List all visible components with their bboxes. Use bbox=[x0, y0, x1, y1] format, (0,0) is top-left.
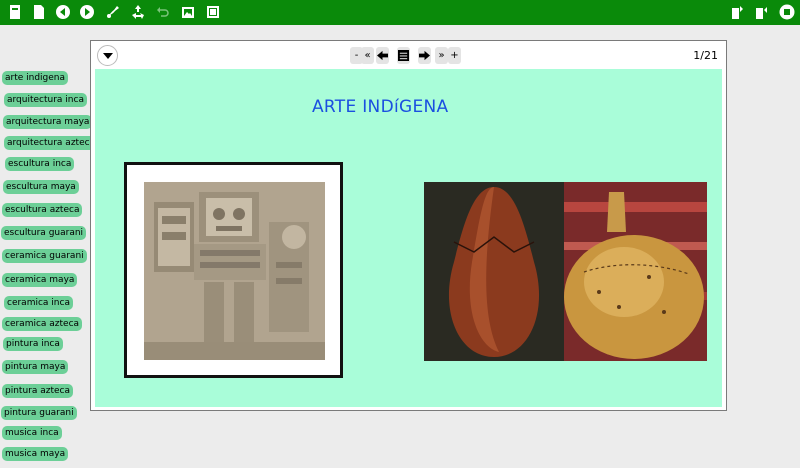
gallery-icon[interactable] bbox=[180, 4, 196, 20]
fullscreen-icon[interactable] bbox=[205, 4, 221, 20]
back-icon[interactable] bbox=[55, 4, 71, 20]
undo-icon[interactable] bbox=[155, 4, 171, 20]
index-button[interactable] bbox=[397, 47, 410, 64]
sidebar-item-arte-indigena[interactable]: arte indigena bbox=[2, 71, 69, 85]
recycle-icon[interactable] bbox=[130, 4, 146, 20]
paint-icon[interactable] bbox=[105, 4, 121, 20]
stop-icon[interactable] bbox=[779, 4, 795, 20]
sidebar-item-ceramica-maya[interactable]: ceramica maya bbox=[2, 273, 78, 287]
sidebar-item-arquitectura-maya[interactable]: arquitectura maya bbox=[3, 115, 93, 129]
sidebar-item-pintura-guarani[interactable]: pintura guarani bbox=[1, 406, 77, 420]
zoom-in-button[interactable]: + bbox=[448, 47, 461, 64]
prev-page-button[interactable] bbox=[376, 47, 389, 64]
sidebar-item-pintura-inca[interactable]: pintura inca bbox=[3, 337, 63, 351]
sidebar-item-arquitectura-azteca[interactable]: arquitectura azteca bbox=[4, 136, 99, 150]
stone-relief-image bbox=[144, 182, 325, 360]
arrow-left-icon bbox=[377, 50, 388, 61]
slide-canvas: ARTE INDíGENA bbox=[95, 69, 722, 407]
sidebar-item-ceramica-inca[interactable]: ceramica inca bbox=[4, 296, 73, 310]
sidebar-item-musica-maya[interactable]: musica maya bbox=[2, 447, 69, 461]
topic-sidebar: arte indigena arquitectura inca arquitec… bbox=[0, 68, 99, 468]
forward-icon[interactable] bbox=[79, 4, 95, 20]
save-icon[interactable] bbox=[730, 4, 746, 20]
menu-dropdown-button[interactable] bbox=[97, 45, 118, 66]
journal-icon[interactable] bbox=[7, 4, 23, 20]
stone-relief-photo-frame bbox=[124, 162, 343, 378]
page-counter: 1/21 bbox=[693, 49, 718, 62]
bookmark-icon[interactable] bbox=[754, 4, 770, 20]
list-icon bbox=[398, 50, 409, 61]
top-toolbar bbox=[0, 0, 800, 25]
sidebar-item-escultura-maya[interactable]: escultura maya bbox=[3, 180, 79, 194]
next-page-button[interactable] bbox=[418, 47, 431, 64]
sidebar-item-pintura-maya[interactable]: pintura maya bbox=[2, 360, 69, 374]
slide-title: ARTE INDíGENA bbox=[312, 97, 449, 117]
sidebar-item-ceramica-azteca[interactable]: ceramica azteca bbox=[2, 317, 83, 331]
sidebar-item-escultura-guarani[interactable]: escultura guarani bbox=[1, 226, 87, 240]
ceramic-pots-image bbox=[424, 182, 707, 361]
sidebar-item-pintura-azteca[interactable]: pintura azteca bbox=[2, 384, 73, 398]
document-icon[interactable] bbox=[31, 4, 47, 20]
viewer-toolbar: - « » + 1/21 bbox=[91, 41, 726, 69]
arrow-right-icon bbox=[419, 50, 430, 61]
first-page-button[interactable]: « bbox=[361, 47, 374, 64]
sidebar-item-musica-inca[interactable]: musica inca bbox=[2, 426, 62, 440]
sidebar-item-ceramica-guarani[interactable]: ceramica guarani bbox=[2, 249, 87, 263]
slide-viewer: - « » + 1/21 ARTE INDíGENA bbox=[90, 40, 727, 411]
sidebar-item-escultura-inca[interactable]: escultura inca bbox=[5, 157, 75, 171]
last-page-button[interactable]: » bbox=[435, 47, 448, 64]
sidebar-item-arquitectura-inca[interactable]: arquitectura inca bbox=[4, 93, 87, 107]
sidebar-item-escultura-azteca[interactable]: escultura azteca bbox=[2, 203, 83, 217]
chevron-down-icon bbox=[102, 52, 113, 59]
